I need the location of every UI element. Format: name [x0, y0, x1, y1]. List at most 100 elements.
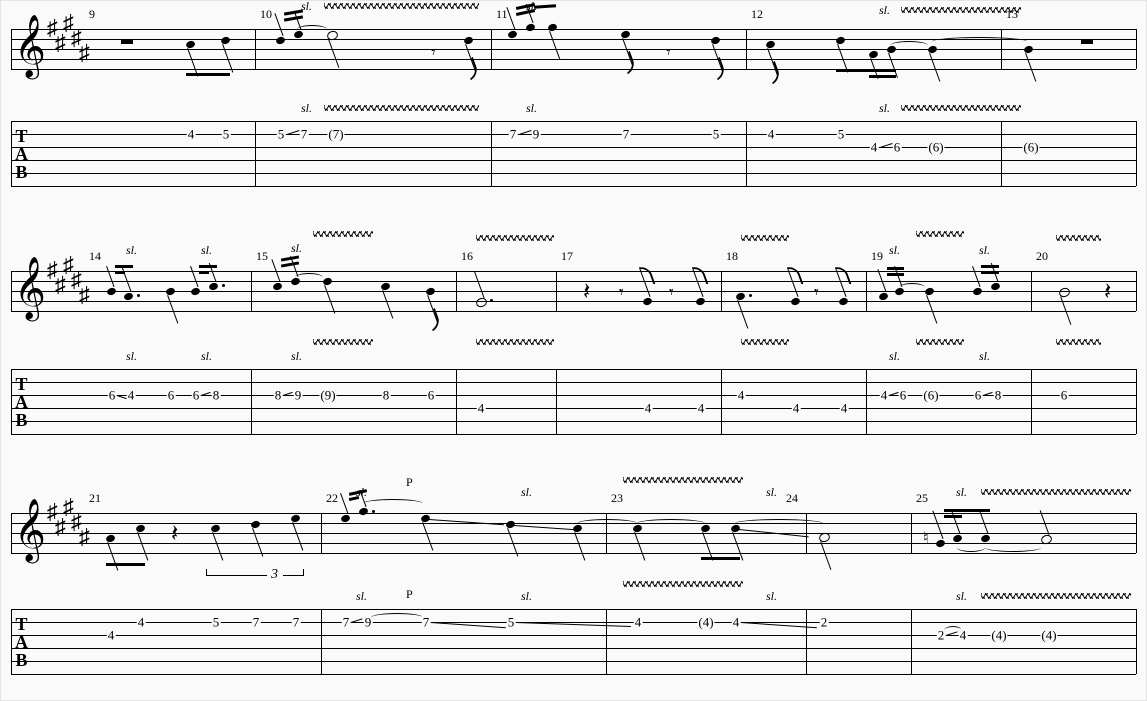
note	[380, 282, 391, 292]
tab-fret: (6)	[1022, 141, 1039, 154]
slide-annotation: sl.	[201, 349, 212, 364]
tie	[297, 25, 327, 34]
note	[135, 524, 146, 534]
tuplet-bracket	[206, 569, 267, 576]
tab-fret: 4	[959, 629, 968, 642]
tab-fret: 8	[382, 389, 391, 402]
vibrato-icon	[741, 235, 789, 241]
slide-annotation: sl.	[356, 589, 367, 604]
tab-clef-letter: A	[15, 393, 29, 411]
tab-fret: 5	[712, 128, 721, 141]
note	[952, 534, 963, 544]
measure-number: 20	[1036, 249, 1048, 264]
note	[425, 287, 436, 297]
vibrato-icon	[916, 231, 964, 237]
measure-number: 14	[89, 249, 101, 264]
measure-number: 10	[260, 7, 272, 22]
note	[972, 287, 983, 297]
tab-fret: 7	[300, 128, 309, 141]
tab-fret: 4	[187, 128, 196, 141]
tab-fret: 4	[644, 402, 653, 415]
vibrato-icon	[981, 593, 1131, 599]
slide-annotation: sl.	[956, 485, 967, 500]
measure-number: 15	[256, 249, 268, 264]
note	[275, 36, 286, 46]
note	[525, 23, 536, 33]
slide-annotation: sl.	[766, 485, 777, 500]
slide-annotation: sl.	[126, 243, 137, 258]
note	[924, 287, 935, 297]
note	[878, 292, 889, 302]
treble-clef-icon: 𝄞	[14, 19, 46, 73]
slide-annotation: sl.	[201, 243, 212, 258]
tab-clef-letter: A	[15, 145, 29, 163]
tuplet-3-label: 3	[271, 567, 278, 583]
tab-clef-letter: A	[15, 633, 29, 651]
note	[838, 297, 849, 307]
note	[272, 282, 283, 292]
treble-clef-icon: 𝄞	[14, 261, 46, 315]
tab-fret: 5	[212, 616, 221, 629]
vibrato-icon	[901, 7, 1021, 13]
tie	[899, 283, 925, 292]
tab-clef-letter: B	[15, 411, 29, 429]
tab-fret: 6	[108, 389, 117, 402]
measure-number: 16	[461, 249, 473, 264]
slide-annotation: sl.	[521, 485, 532, 500]
slide-line	[514, 525, 574, 530]
tab-fret: 4	[137, 616, 146, 629]
note	[990, 282, 1001, 292]
note	[123, 292, 134, 302]
tab-fret: 6	[974, 389, 983, 402]
tab-1: T A B sl. sl. sl. 4 5 5 7 (7)	[11, 121, 1136, 186]
slide-annotation: sl.	[526, 101, 537, 116]
tab-fret: 7	[342, 616, 351, 629]
vibrato-icon	[901, 105, 1021, 111]
tab-clef-letter: B	[15, 163, 29, 181]
tab-fret: 4	[732, 616, 741, 629]
vibrato-icon	[981, 489, 1131, 495]
note	[765, 40, 776, 50]
tie	[637, 519, 705, 528]
tab-fret: 6	[1060, 389, 1069, 402]
tab-fret: 8	[212, 389, 221, 402]
system-1: 𝄞 ♯ ♯ ♯ ♯ ♯ 9 10 11 12 13	[11, 9, 1136, 199]
note	[190, 287, 201, 297]
rest-quarter: 𝄽	[171, 523, 181, 545]
slide-annotation: sl.	[126, 349, 137, 364]
tab-fret: (6)	[922, 389, 939, 402]
tab-fret: 4	[767, 128, 776, 141]
tab-fret: 7	[422, 616, 431, 629]
vibrato-icon	[1056, 235, 1101, 241]
note	[547, 23, 558, 33]
note	[927, 45, 938, 55]
rest-eighth: 𝄾	[619, 284, 629, 300]
note	[1058, 286, 1071, 298]
rest-eighth: 𝄾	[814, 284, 824, 300]
rest-quarter: 𝄽	[1104, 281, 1114, 303]
tab-fret: 4	[792, 402, 801, 415]
slide-annotation: sl.	[879, 101, 890, 116]
rest-quarter: 𝄽	[583, 281, 593, 303]
tab-fret: 6	[192, 389, 201, 402]
tab-fret: 5	[277, 128, 286, 141]
slide-annotation: sl.	[766, 589, 777, 604]
note	[735, 292, 746, 302]
measure-number: 9	[89, 7, 95, 22]
measure-number: 19	[871, 249, 883, 264]
tab-fret: 4	[697, 402, 706, 415]
tie	[890, 41, 928, 50]
tab-fret: (4)	[697, 616, 714, 629]
vibrato-icon	[476, 339, 554, 345]
tab-3: T A B sl. P sl. sl. sl. 4 4 5 7 7 7	[11, 609, 1136, 674]
note	[220, 36, 231, 46]
note	[463, 36, 474, 46]
score-page: 𝄞 ♯ ♯ ♯ ♯ ♯ 9 10 11 12 13	[0, 0, 1147, 701]
rest-half	[1081, 39, 1093, 44]
vibrato-icon	[324, 105, 479, 111]
slide-annotation: sl.	[979, 243, 990, 258]
rest-half	[121, 39, 133, 44]
tab-fret: 9	[532, 128, 541, 141]
slide-annotation: sl.	[291, 241, 302, 256]
slide-annotation: sl.	[879, 3, 890, 18]
